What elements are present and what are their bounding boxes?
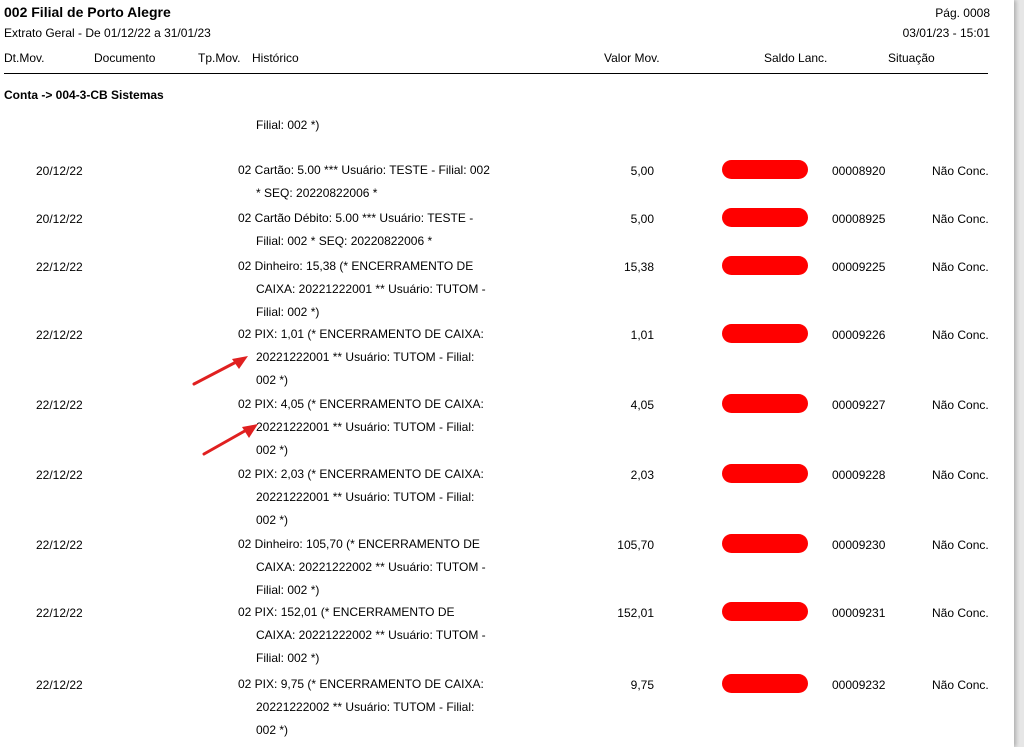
row-history-line: 20221222001 ** Usuário: TUTOM - Filial: <box>256 350 475 364</box>
row-history: 02 PIX: 9,75 (* ENCERRAMENTO DE CAIXA: 20… <box>238 673 528 742</box>
row-history-line: CAIXA: 20221222001 ** Usuário: TUTOM - <box>256 282 486 296</box>
row-date: 22/12/22 <box>36 468 83 482</box>
row-date: 20/12/22 <box>36 164 83 178</box>
account-label: Conta -> 004-3-CB Sistemas <box>4 88 164 102</box>
row-value: 2,03 <box>630 468 654 482</box>
row-history-line: 02 Dinheiro: 15,38 (* ENCERRAMENTO DE <box>238 259 474 273</box>
row-status: Não Conc. <box>932 212 989 226</box>
row-date: 22/12/22 <box>36 538 83 552</box>
row-balance: 00009226 <box>832 328 886 342</box>
redaction-mark <box>722 208 808 227</box>
row-history-line: Filial: 002 *) <box>256 583 320 597</box>
annotation-arrow-1 <box>192 356 248 386</box>
row-status: Não Conc. <box>932 328 989 342</box>
row-history: 02 PIX: 152,01 (* ENCERRAMENTO DE CAIXA: … <box>238 601 528 670</box>
row-history-line: CAIXA: 20221222002 ** Usuário: TUTOM - <box>256 628 486 642</box>
redaction-mark <box>722 394 808 413</box>
row-history-line: 02 PIX: 4,05 (* ENCERRAMENTO DE CAIXA: <box>238 397 484 411</box>
row-status: Não Conc. <box>932 538 989 552</box>
row-history-line: 02 PIX: 1,01 (* ENCERRAMENTO DE CAIXA: <box>238 327 484 341</box>
row-history-line: 02 Cartão Débito: 5.00 *** Usuário: TEST… <box>238 211 474 225</box>
row-value: 9,75 <box>630 678 654 692</box>
row-balance: 00009232 <box>832 678 886 692</box>
row-status: Não Conc. <box>932 164 989 178</box>
report-subtitle: Extrato Geral - De 01/12/22 a 31/01/23 <box>4 26 211 40</box>
row-history-line: 02 PIX: 9,75 (* ENCERRAMENTO DE CAIXA: <box>238 677 484 691</box>
row-date: 22/12/22 <box>36 678 83 692</box>
row-history-line: * SEQ: 20220822006 * <box>256 186 378 200</box>
row-history-line: CAIXA: 20221222002 ** Usuário: TUTOM - <box>256 560 486 574</box>
report-page: 002 Filial de Porto Alegre Extrato Geral… <box>0 0 1014 747</box>
redaction-mark <box>722 464 808 483</box>
row-balance: 00008920 <box>832 164 886 178</box>
row-value: 1,01 <box>630 328 654 342</box>
row-history-line: 002 *) <box>256 723 289 737</box>
row-history-line: 02 Dinheiro: 105,70 (* ENCERRAMENTO DE <box>238 537 480 551</box>
row-date: 22/12/22 <box>36 260 83 274</box>
row-date: 22/12/22 <box>36 398 83 412</box>
row-history-line: Filial: 002 * SEQ: 20220822006 * <box>256 234 433 248</box>
row-history-line: 02 PIX: 152,01 (* ENCERRAMENTO DE <box>238 605 455 619</box>
row-history: 02 PIX: 1,01 (* ENCERRAMENTO DE CAIXA: 20… <box>238 323 528 392</box>
printed-at: 03/01/23 - 15:01 <box>902 26 990 40</box>
redaction-mark <box>722 160 808 179</box>
row-date: 20/12/22 <box>36 212 83 226</box>
row-date: 22/12/22 <box>36 606 83 620</box>
row-status: Não Conc. <box>932 260 989 274</box>
redaction-mark <box>722 534 808 553</box>
row-balance: 00009228 <box>832 468 886 482</box>
column-header-balance: Saldo Lanc. <box>764 51 828 65</box>
row-history: 02 Dinheiro: 105,70 (* ENCERRAMENTO DE CA… <box>238 533 528 602</box>
row-history: 02 PIX: 4,05 (* ENCERRAMENTO DE CAIXA: 20… <box>238 393 528 462</box>
row-history-line: 20221222001 ** Usuário: TUTOM - Filial: <box>256 490 475 504</box>
row-history-line: 002 *) <box>256 373 289 387</box>
row-value: 15,38 <box>623 260 654 274</box>
row-value: 5,00 <box>630 212 654 226</box>
row-history-line: Filial: 002 *) <box>256 305 320 319</box>
row-history-line: 002 *) <box>256 443 289 457</box>
row-history-line: Filial: 002 *) <box>256 651 320 665</box>
annotation-arrow-2 <box>202 424 258 456</box>
row-history: 02 Cartão Débito: 5.00 *** Usuário: TEST… <box>238 207 528 253</box>
row-history: 02 Cartão: 5.00 *** Usuário: TESTE - Fil… <box>238 159 528 205</box>
column-header-document: Documento <box>94 51 156 65</box>
column-header-status: Situação <box>888 51 935 65</box>
row-status: Não Conc. <box>932 606 989 620</box>
row-history: 02 Dinheiro: 15,38 (* ENCERRAMENTO DE CAI… <box>238 255 528 324</box>
column-header-date: Dt.Mov. <box>4 51 45 65</box>
row-value: 4,05 <box>630 398 654 412</box>
page-number: Pág. 0008 <box>935 6 990 20</box>
column-header-type: Tp.Mov. <box>198 51 241 65</box>
redaction-mark <box>722 674 808 693</box>
row-date: 22/12/22 <box>36 328 83 342</box>
row-status: Não Conc. <box>932 468 989 482</box>
row-history-line: 20221222001 ** Usuário: TUTOM - Filial: <box>256 420 475 434</box>
row-history-line: 002 *) <box>256 513 289 527</box>
row-balance: 00009227 <box>832 398 886 412</box>
row-history: 02 PIX: 2,03 (* ENCERRAMENTO DE CAIXA: 20… <box>238 463 528 532</box>
redaction-mark <box>722 602 808 621</box>
continued-history: Filial: 002 *) <box>256 118 320 132</box>
row-balance: 00009230 <box>832 538 886 552</box>
row-balance: 00009231 <box>832 606 886 620</box>
row-status: Não Conc. <box>932 678 989 692</box>
redaction-mark <box>722 324 808 343</box>
row-balance: 00009225 <box>832 260 886 274</box>
row-status: Não Conc. <box>932 398 989 412</box>
row-history-line: 20221222002 ** Usuário: TUTOM - Filial: <box>256 700 475 714</box>
row-balance: 00008925 <box>832 212 886 226</box>
row-history-line: 02 Cartão: 5.00 *** Usuário: TESTE - Fil… <box>238 163 490 177</box>
column-header-value: Valor Mov. <box>604 51 660 65</box>
row-value: 105,70 <box>617 538 654 552</box>
row-value: 152,01 <box>617 606 654 620</box>
report-title: 002 Filial de Porto Alegre <box>4 4 171 20</box>
row-value: 5,00 <box>630 164 654 178</box>
redaction-mark <box>722 256 808 275</box>
row-history-line: 02 PIX: 2,03 (* ENCERRAMENTO DE CAIXA: <box>238 467 484 481</box>
column-header-history: Histórico <box>252 51 299 65</box>
header-rule <box>4 73 988 74</box>
